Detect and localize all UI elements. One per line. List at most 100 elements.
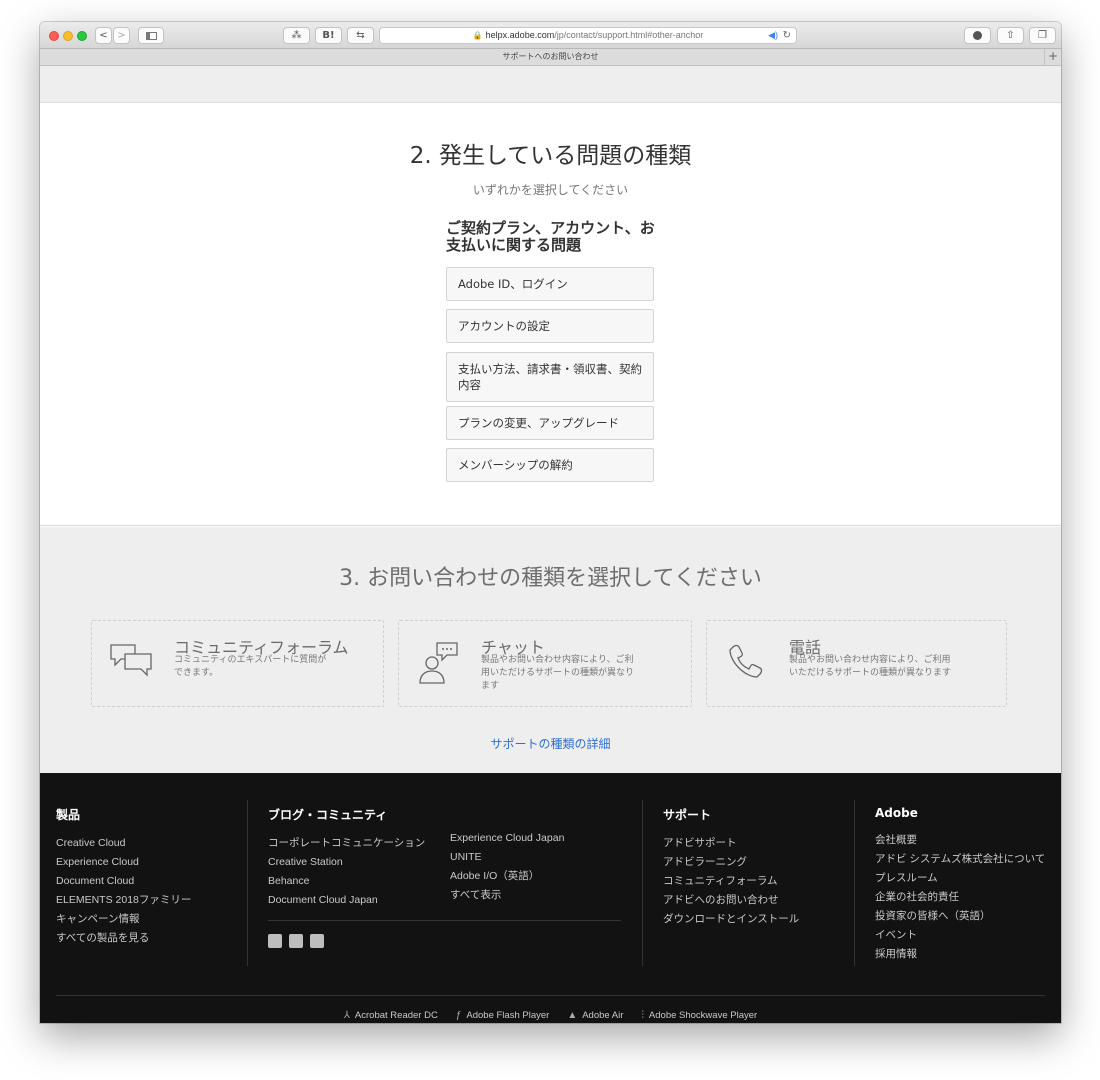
zoom-window-button[interactable] (77, 31, 87, 41)
footer-heading: ブログ・コミュニティ (268, 808, 388, 822)
footer-divider (247, 800, 248, 966)
footer-link[interactable]: アドビ システムズ株式会社について (875, 850, 1045, 869)
footer: 製品 Creative Cloud Experience Cloud Docum… (40, 773, 1061, 1023)
footer-link[interactable]: 企業の社会的責任 (875, 888, 1045, 907)
footer-heading: 製品 (56, 808, 81, 822)
footer-blog-column-2: Experience Cloud Japan UNITE Adobe I/O（英… (450, 829, 564, 905)
option-account-settings[interactable]: アカウントの設定 (446, 309, 654, 343)
address-bar[interactable]: 🔒 helpx.adobe.com/jp/contact/support.html… (379, 27, 797, 44)
social-links (268, 934, 324, 948)
reload-icon[interactable]: ↻ (783, 28, 791, 43)
footer-link[interactable]: Experience Cloud (56, 853, 191, 872)
footer-link[interactable]: 採用情報 (875, 945, 1045, 964)
footer-link[interactable]: コーポレートコミュニケーション (268, 834, 425, 853)
footer-divider (642, 800, 643, 966)
footer-link[interactable]: ダウンロードとインストール (663, 910, 799, 929)
url-path: /jp/contact/support.html#other-anchor (554, 30, 704, 40)
card-description: コミュニティのエキスパートに質問ができます。 (174, 655, 327, 678)
footer-blog-column: ブログ・コミュニティ コーポレートコミュニケーション Creative Stat… (268, 806, 425, 910)
forward-button[interactable]: > (113, 27, 130, 44)
download-icon (973, 31, 982, 40)
sidebar-icon (145, 31, 157, 40)
footer-link[interactable]: イベント (875, 926, 1045, 945)
extension-button[interactable]: ⁂ (283, 27, 310, 44)
footer-bottom-separator (56, 995, 1045, 996)
community-forum-card[interactable]: コミュニティフォーラム コミュニティのエキスパートに質問ができます。 (91, 620, 384, 707)
top-strip (40, 66, 1061, 103)
footer-link[interactable]: Adobe I/O（英語） (450, 867, 564, 886)
footer-products-column: 製品 Creative Cloud Experience Cloud Docum… (56, 806, 191, 948)
footer-link[interactable]: Behance (268, 872, 425, 891)
page-content: 2. 発生している問題の種類 いずれかを選択してください ご契約プラン、アカウン… (40, 66, 1061, 1023)
forward-icon: > (117, 30, 126, 41)
hatena-bookmark-button[interactable]: B! (315, 27, 342, 44)
shockwave-icon: ⫶ (641, 1010, 644, 1021)
link-icon: ⇆ (356, 30, 365, 41)
footer-link[interactable]: アドビサポート (663, 834, 799, 853)
browser-toolbar: < > ⁂ B! ⇆ 🔒 helpx.adobe.com/jp/contact/s… (40, 22, 1061, 49)
twitter-icon[interactable] (289, 934, 303, 948)
option-cancel-membership[interactable]: メンバーシップの解約 (446, 448, 654, 482)
close-window-button[interactable] (49, 31, 59, 41)
footer-link[interactable]: コミュニティフォーラム (663, 872, 799, 891)
minimize-window-button[interactable] (63, 31, 73, 41)
sidebar-toggle-button[interactable] (138, 27, 164, 44)
footer-link[interactable]: Creative Cloud (56, 834, 191, 853)
footer-link[interactable]: ELEMENTS 2018ファミリー (56, 891, 191, 910)
footer-link[interactable]: 会社概要 (875, 831, 1045, 850)
footer-link[interactable]: すべての製品を見る (56, 929, 191, 948)
agent-chat-icon (419, 642, 458, 684)
footer-link[interactable]: アドビへのお問い合わせ (663, 891, 799, 910)
support-types-link[interactable]: サポートの種類の詳細 (40, 735, 1061, 752)
footer-link[interactable]: UNITE (450, 848, 564, 867)
footer-support-column: サポート アドビサポート アドビラーニング コミュニティフォーラム アドビへのお… (663, 806, 799, 929)
url-host: helpx.adobe.com (485, 30, 555, 40)
downloads-button[interactable] (964, 27, 991, 44)
chat-card[interactable]: チャット 製品やお問い合わせ内容により、ご利用いただけるサポートの種類が異なりま… (398, 620, 692, 707)
phone-card[interactable]: 電話 製品やお問い合わせ内容により、ご利用いただけるサポートの種類が異なります (706, 620, 1007, 707)
card-description: 製品やお問い合わせ内容により、ご利用いただけるサポートの種類が異なります (481, 655, 635, 691)
section-title: 2. 発生している問題の種類 (409, 143, 692, 169)
footer-link[interactable]: Creative Station (268, 853, 425, 872)
option-billing[interactable]: 支払い方法、請求書・領収書、契約内容 (446, 352, 654, 402)
chat-bubbles-icon (110, 644, 152, 677)
tabs-overview-button[interactable]: ❐ (1029, 27, 1056, 44)
footer-separator (268, 920, 621, 921)
player-links: ⅄ Acrobat Reader DC ƒ Adobe Flash Player ▲… (40, 1010, 1061, 1021)
extension-icon: ⁂ (291, 30, 302, 41)
footer-heading: サポート (663, 808, 712, 822)
problem-type-section: 2. 発生している問題の種類 いずれかを選択してください ご契約プラン、アカウン… (40, 103, 1061, 526)
phone-icon (729, 644, 763, 678)
footer-adobe-column: Adobe 会社概要 アドビ システムズ株式会社について プレスルーム 企業の社… (875, 806, 1045, 964)
facebook-icon[interactable] (268, 934, 282, 948)
back-button[interactable]: < (95, 27, 112, 44)
footer-divider (854, 800, 855, 966)
tab-title[interactable]: サポートへのお問い合わせ (503, 52, 599, 61)
footer-link[interactable]: キャンペーン情報 (56, 910, 191, 929)
browser-window: < > ⁂ B! ⇆ 🔒 helpx.adobe.com/jp/contact/s… (40, 22, 1061, 1023)
link-extension-button[interactable]: ⇆ (347, 27, 374, 44)
adobe-air-link[interactable]: ▲ Adobe Air (567, 1010, 623, 1021)
audio-icon[interactable]: ◀︎) (768, 28, 778, 43)
footer-link[interactable]: すべて表示 (450, 886, 564, 905)
section-subtitle: いずれかを選択してください (472, 183, 629, 197)
footer-link[interactable]: アドビラーニング (663, 853, 799, 872)
footer-link[interactable]: Document Cloud (56, 872, 191, 891)
shockwave-player-link[interactable]: ⫶ Adobe Shockwave Player (641, 1010, 757, 1021)
card-description: 製品やお問い合わせ内容により、ご利用いただけるサポートの種類が異なります (789, 655, 952, 678)
contact-type-section: 3. お問い合わせの種類を選択してください コミュニティフォーラム コミュニティ… (40, 527, 1061, 773)
option-plan-change[interactable]: プランの変更、アップグレード (446, 406, 654, 440)
lock-icon: 🔒 (472, 31, 483, 40)
footer-link[interactable]: Document Cloud Japan (268, 891, 425, 910)
flash-icon: ƒ (455, 1010, 462, 1021)
flash-player-link[interactable]: ƒ Adobe Flash Player (456, 1010, 549, 1021)
option-adobe-id[interactable]: Adobe ID、ログイン (446, 267, 654, 301)
footer-heading: Adobe (875, 806, 918, 820)
acrobat-reader-link[interactable]: ⅄ Acrobat Reader DC (344, 1010, 438, 1021)
share-button[interactable]: ⇧ (997, 27, 1024, 44)
new-tab-button[interactable]: + (1044, 49, 1061, 65)
footer-link[interactable]: 投資家の皆様へ（英語） (875, 907, 1045, 926)
footer-link[interactable]: Experience Cloud Japan (450, 829, 564, 848)
footer-link[interactable]: プレスルーム (875, 869, 1045, 888)
instagram-icon[interactable] (310, 934, 324, 948)
